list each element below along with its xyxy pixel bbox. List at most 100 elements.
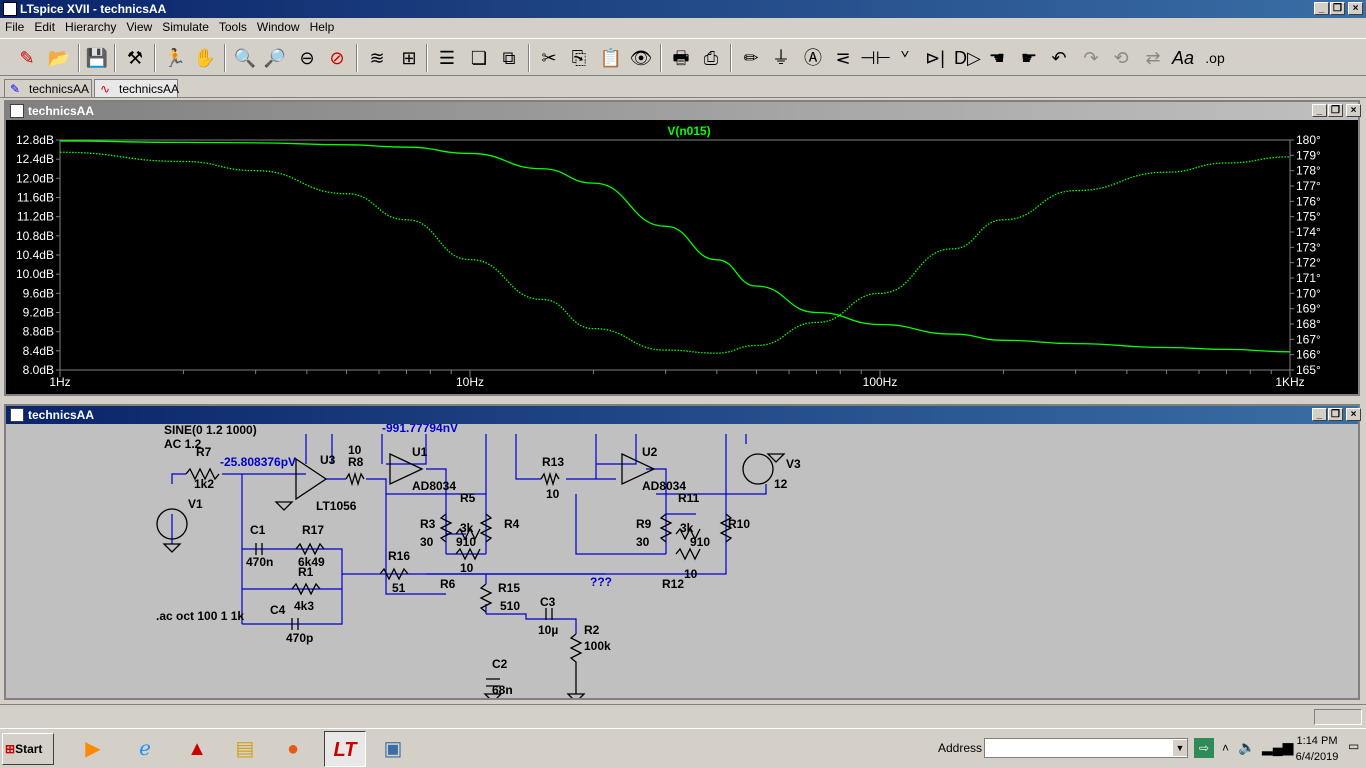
- draw-wire-icon[interactable]: ✏: [738, 45, 764, 71]
- open-icon[interactable]: 📂: [46, 45, 72, 71]
- r4-value[interactable]: 910: [456, 535, 476, 549]
- r6-value[interactable]: 10: [460, 561, 474, 575]
- go-icon[interactable]: ⇨: [1194, 738, 1214, 758]
- undo-icon[interactable]: ↶: [1046, 45, 1072, 71]
- v3-value[interactable]: 12: [774, 477, 788, 491]
- zoom-in-icon[interactable]: 🔍: [232, 45, 258, 71]
- r5-value[interactable]: 3k: [460, 521, 474, 535]
- tab-schematic[interactable]: ✎ technicsAA: [4, 79, 92, 97]
- menu-window[interactable]: Window: [252, 18, 305, 34]
- new-schematic-icon[interactable]: ✎: [14, 45, 40, 71]
- firefox-icon[interactable]: ●: [272, 731, 314, 767]
- redo-icon[interactable]: ↷: [1078, 45, 1104, 71]
- manual-limits-icon[interactable]: ⊞: [396, 45, 422, 71]
- schematic-restore-button[interactable]: ❐: [1328, 408, 1343, 421]
- schematic-minimize-button[interactable]: _: [1312, 408, 1327, 421]
- r9-value[interactable]: 30: [636, 535, 650, 549]
- menu-tools[interactable]: Tools: [214, 18, 252, 34]
- r7-value[interactable]: 1k2: [194, 477, 214, 491]
- halt-icon[interactable]: ✋: [192, 45, 218, 71]
- restore-button[interactable]: ❐: [1330, 2, 1345, 15]
- action-center-icon[interactable]: ▭: [1348, 739, 1359, 753]
- r1-label[interactable]: R1: [298, 565, 314, 579]
- zoom-cancel-icon[interactable]: ⊘: [324, 45, 350, 71]
- start-button[interactable]: ⊞Start: [2, 733, 54, 765]
- c3-label[interactable]: C3: [540, 595, 556, 609]
- c2-label[interactable]: C2: [492, 657, 508, 671]
- internet-explorer-icon[interactable]: ℯ: [124, 731, 166, 767]
- network-icon[interactable]: ▂▄▆: [1262, 739, 1293, 756]
- trace-label[interactable]: V(n015): [667, 124, 710, 138]
- r3-label[interactable]: R3: [420, 517, 436, 531]
- r16-value[interactable]: 51: [392, 581, 406, 595]
- clock[interactable]: 1:14 PM 6/4/2019: [1290, 735, 1344, 763]
- schematic-close-button[interactable]: ×: [1346, 408, 1361, 421]
- cascade-icon[interactable]: ❏: [466, 45, 492, 71]
- rotate-icon[interactable]: ⟲: [1108, 45, 1134, 71]
- mirror-icon[interactable]: ⇄: [1140, 45, 1166, 71]
- ad8034-u1-label[interactable]: AD8034: [412, 479, 456, 493]
- unknown-label[interactable]: ???: [590, 575, 612, 589]
- u1-label[interactable]: U1: [412, 445, 428, 459]
- r11-label[interactable]: R11: [678, 491, 700, 505]
- u3-label[interactable]: U3: [320, 453, 336, 467]
- r13-label[interactable]: R13: [542, 455, 564, 469]
- menu-file[interactable]: File: [0, 18, 29, 34]
- r5-label[interactable]: R5: [460, 491, 476, 505]
- v3-label[interactable]: V3: [786, 457, 801, 471]
- schematic-canvas[interactable]: SINE(0 1.2 1000) AC 1.2 R7 1k2 V1 U3 LT1…: [6, 424, 1358, 698]
- node-voltage-2[interactable]: -991.77794nV: [382, 424, 458, 435]
- label-net-icon[interactable]: Ⓐ: [800, 45, 826, 71]
- r1-value[interactable]: 4k3: [294, 599, 314, 613]
- copy-icon[interactable]: ⎘: [566, 45, 592, 71]
- u2-label[interactable]: U2: [642, 445, 658, 459]
- cut-icon[interactable]: ✂: [536, 45, 562, 71]
- r16-label[interactable]: R16: [388, 549, 410, 563]
- print-setup-icon[interactable]: ⎙: [698, 45, 724, 71]
- menu-hierarchy[interactable]: Hierarchy: [60, 18, 121, 34]
- c3-value[interactable]: 10µ: [538, 623, 558, 637]
- r10-label[interactable]: R10: [728, 517, 750, 531]
- c1-label[interactable]: C1: [250, 523, 266, 537]
- r12-label[interactable]: R12: [662, 577, 684, 591]
- media-player-icon[interactable]: ▶: [72, 731, 114, 767]
- r15-label[interactable]: R15: [498, 581, 520, 595]
- waveform-close-button[interactable]: ×: [1346, 104, 1361, 117]
- menu-simulate[interactable]: Simulate: [157, 18, 214, 34]
- r4-label[interactable]: R4: [504, 517, 520, 531]
- autorange-icon[interactable]: ≋: [364, 45, 390, 71]
- r10-value[interactable]: 910: [690, 535, 710, 549]
- r6-label[interactable]: R6: [440, 577, 456, 591]
- run-icon[interactable]: 🏃: [162, 45, 188, 71]
- file-explorer-icon[interactable]: ▤: [224, 731, 266, 767]
- tile-vertical-icon[interactable]: ⧉: [496, 45, 522, 71]
- waveform-minimize-button[interactable]: _: [1312, 104, 1327, 117]
- r12-value[interactable]: 10: [684, 567, 698, 581]
- v1-label[interactable]: V1: [188, 497, 203, 511]
- tile-horizontal-icon[interactable]: ☰: [434, 45, 460, 71]
- sine-source-label[interactable]: SINE(0 1.2 1000): [164, 424, 257, 437]
- ltspice-taskbar-icon[interactable]: LT: [324, 731, 366, 767]
- component-icon[interactable]: D▷: [954, 45, 981, 71]
- text-icon[interactable]: Aa: [1170, 45, 1196, 71]
- zoom-pan-icon[interactable]: 🔎: [262, 45, 288, 71]
- ground-icon[interactable]: ⏚: [768, 45, 794, 71]
- close-button[interactable]: ×: [1348, 2, 1363, 15]
- control-panel-icon[interactable]: ⚒: [122, 45, 148, 71]
- tray-expand-icon[interactable]: ˄: [1222, 741, 1229, 755]
- speaker-icon[interactable]: 🔈: [1238, 739, 1255, 756]
- zoom-out-icon[interactable]: ⊖: [294, 45, 320, 71]
- move-icon[interactable]: ☚: [984, 45, 1010, 71]
- r2-label[interactable]: R2: [584, 623, 600, 637]
- node-voltage-1[interactable]: -25.808376pV: [220, 455, 296, 469]
- waveform-restore-button[interactable]: ❐: [1328, 104, 1343, 117]
- minimize-button[interactable]: _: [1314, 2, 1329, 15]
- tab-waveform[interactable]: ∿ technicsAA: [94, 79, 179, 97]
- menu-help[interactable]: Help: [305, 18, 340, 34]
- r7-label[interactable]: R7: [196, 445, 212, 459]
- menu-view[interactable]: View: [121, 18, 157, 34]
- capacitor-icon[interactable]: ⊣⊢: [860, 45, 891, 71]
- c4-value[interactable]: 470p: [286, 631, 313, 645]
- ac-directive[interactable]: .ac oct 100 1 1k: [156, 609, 244, 623]
- drag-icon[interactable]: ☛: [1016, 45, 1042, 71]
